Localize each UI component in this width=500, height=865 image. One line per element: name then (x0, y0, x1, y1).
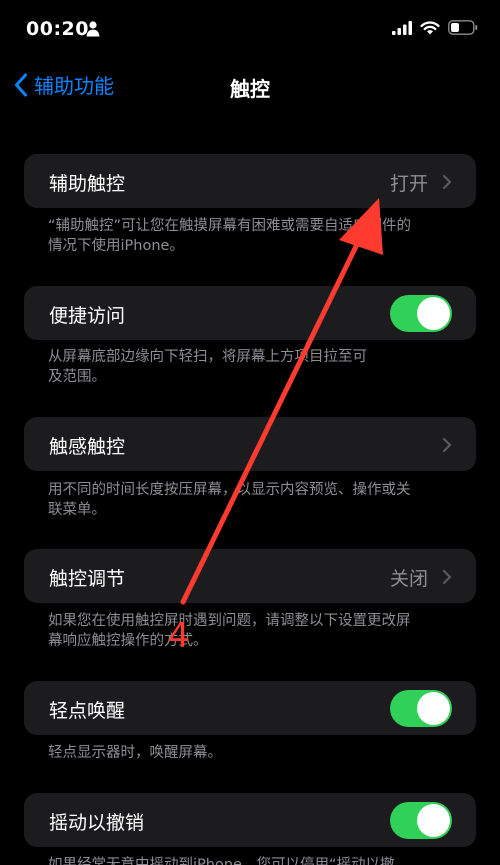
row-value: 关闭 (389, 568, 428, 590)
footer-line-2: 联菜单。 (48, 502, 106, 518)
footer-line-1: 如果您在使用触控屏时遇到问题，请调整以下设置更改屏 (48, 613, 411, 629)
navigation-bar: 辅助功能 触控 (0, 60, 500, 110)
section-footer: “辅助触控”可让您在触摸屏幕有困难或需要自适应配件的 情况下使用iPhone。 (48, 216, 458, 256)
chevron-right-icon (442, 437, 452, 453)
footer-line-1: “辅助触控”可让您在触摸屏幕有困难或需要自适应配件的 (48, 218, 412, 234)
battery-icon (448, 20, 478, 35)
section-footer: 如果您在使用触控屏时遇到问题，请调整以下设置更改屏 幕响应触控操作的方式。 (48, 611, 458, 651)
row-label: 轻点唤醒 (49, 700, 126, 722)
tap-to-wake-toggle[interactable] (390, 690, 452, 727)
toggle-knob (417, 297, 450, 330)
person-icon (86, 21, 100, 37)
section-footer: 如果经常无意中摇动到iPhone，您可以停用“摇动以撤 (48, 857, 395, 865)
footer-line-1: 用不同的时间长度按压屏幕，以显示内容预览、操作或关 (48, 482, 411, 498)
footer-line-2: 及范围。 (48, 369, 106, 385)
status-time: 00:20 (26, 18, 89, 40)
section-footer: 轻点显示器时，唤醒屏幕。 (48, 745, 222, 761)
tap-to-wake-row: 轻点唤醒 (24, 681, 476, 735)
section-footer: 从屏幕底部边缘向下轻扫，将屏幕上方项目拉至可 及范围。 (48, 347, 458, 387)
row-label: 触感触控 (49, 436, 126, 458)
row-value: 打开 (389, 173, 428, 195)
haptic-touch-row[interactable]: 触感触控 (24, 417, 476, 471)
toggle-knob (417, 804, 450, 837)
footer-line-2: 情况下使用iPhone。 (48, 238, 184, 254)
status-bar: 00:20 (0, 0, 500, 60)
wifi-icon (420, 20, 440, 34)
row-label: 摇动以撤销 (49, 812, 145, 834)
section-footer: 用不同的时间长度按压屏幕，以显示内容预览、操作或关 联菜单。 (48, 480, 458, 520)
chevron-right-icon (442, 174, 452, 190)
step-number: 4 (168, 616, 190, 656)
reachability-toggle[interactable] (390, 295, 452, 332)
touch-accommodations-row[interactable]: 触控调节 关闭 (24, 549, 476, 603)
footer-line-1: 从屏幕底部边缘向下轻扫，将屏幕上方项目拉至可 (48, 349, 367, 365)
shake-to-undo-row: 摇动以撤销 (24, 793, 476, 847)
row-label: 触控调节 (49, 568, 126, 590)
row-label: 便捷访问 (49, 305, 126, 327)
chevron-right-icon (442, 569, 452, 585)
status-icons (392, 20, 478, 35)
toggle-knob (417, 692, 450, 725)
shake-to-undo-toggle[interactable] (390, 802, 452, 839)
page-title: 触控 (230, 77, 270, 101)
row-label: 辅助触控 (49, 173, 126, 195)
signal-icon (392, 20, 412, 35)
reachability-row: 便捷访问 (24, 286, 476, 340)
assistive-touch-row[interactable]: 辅助触控 打开 (24, 154, 476, 208)
